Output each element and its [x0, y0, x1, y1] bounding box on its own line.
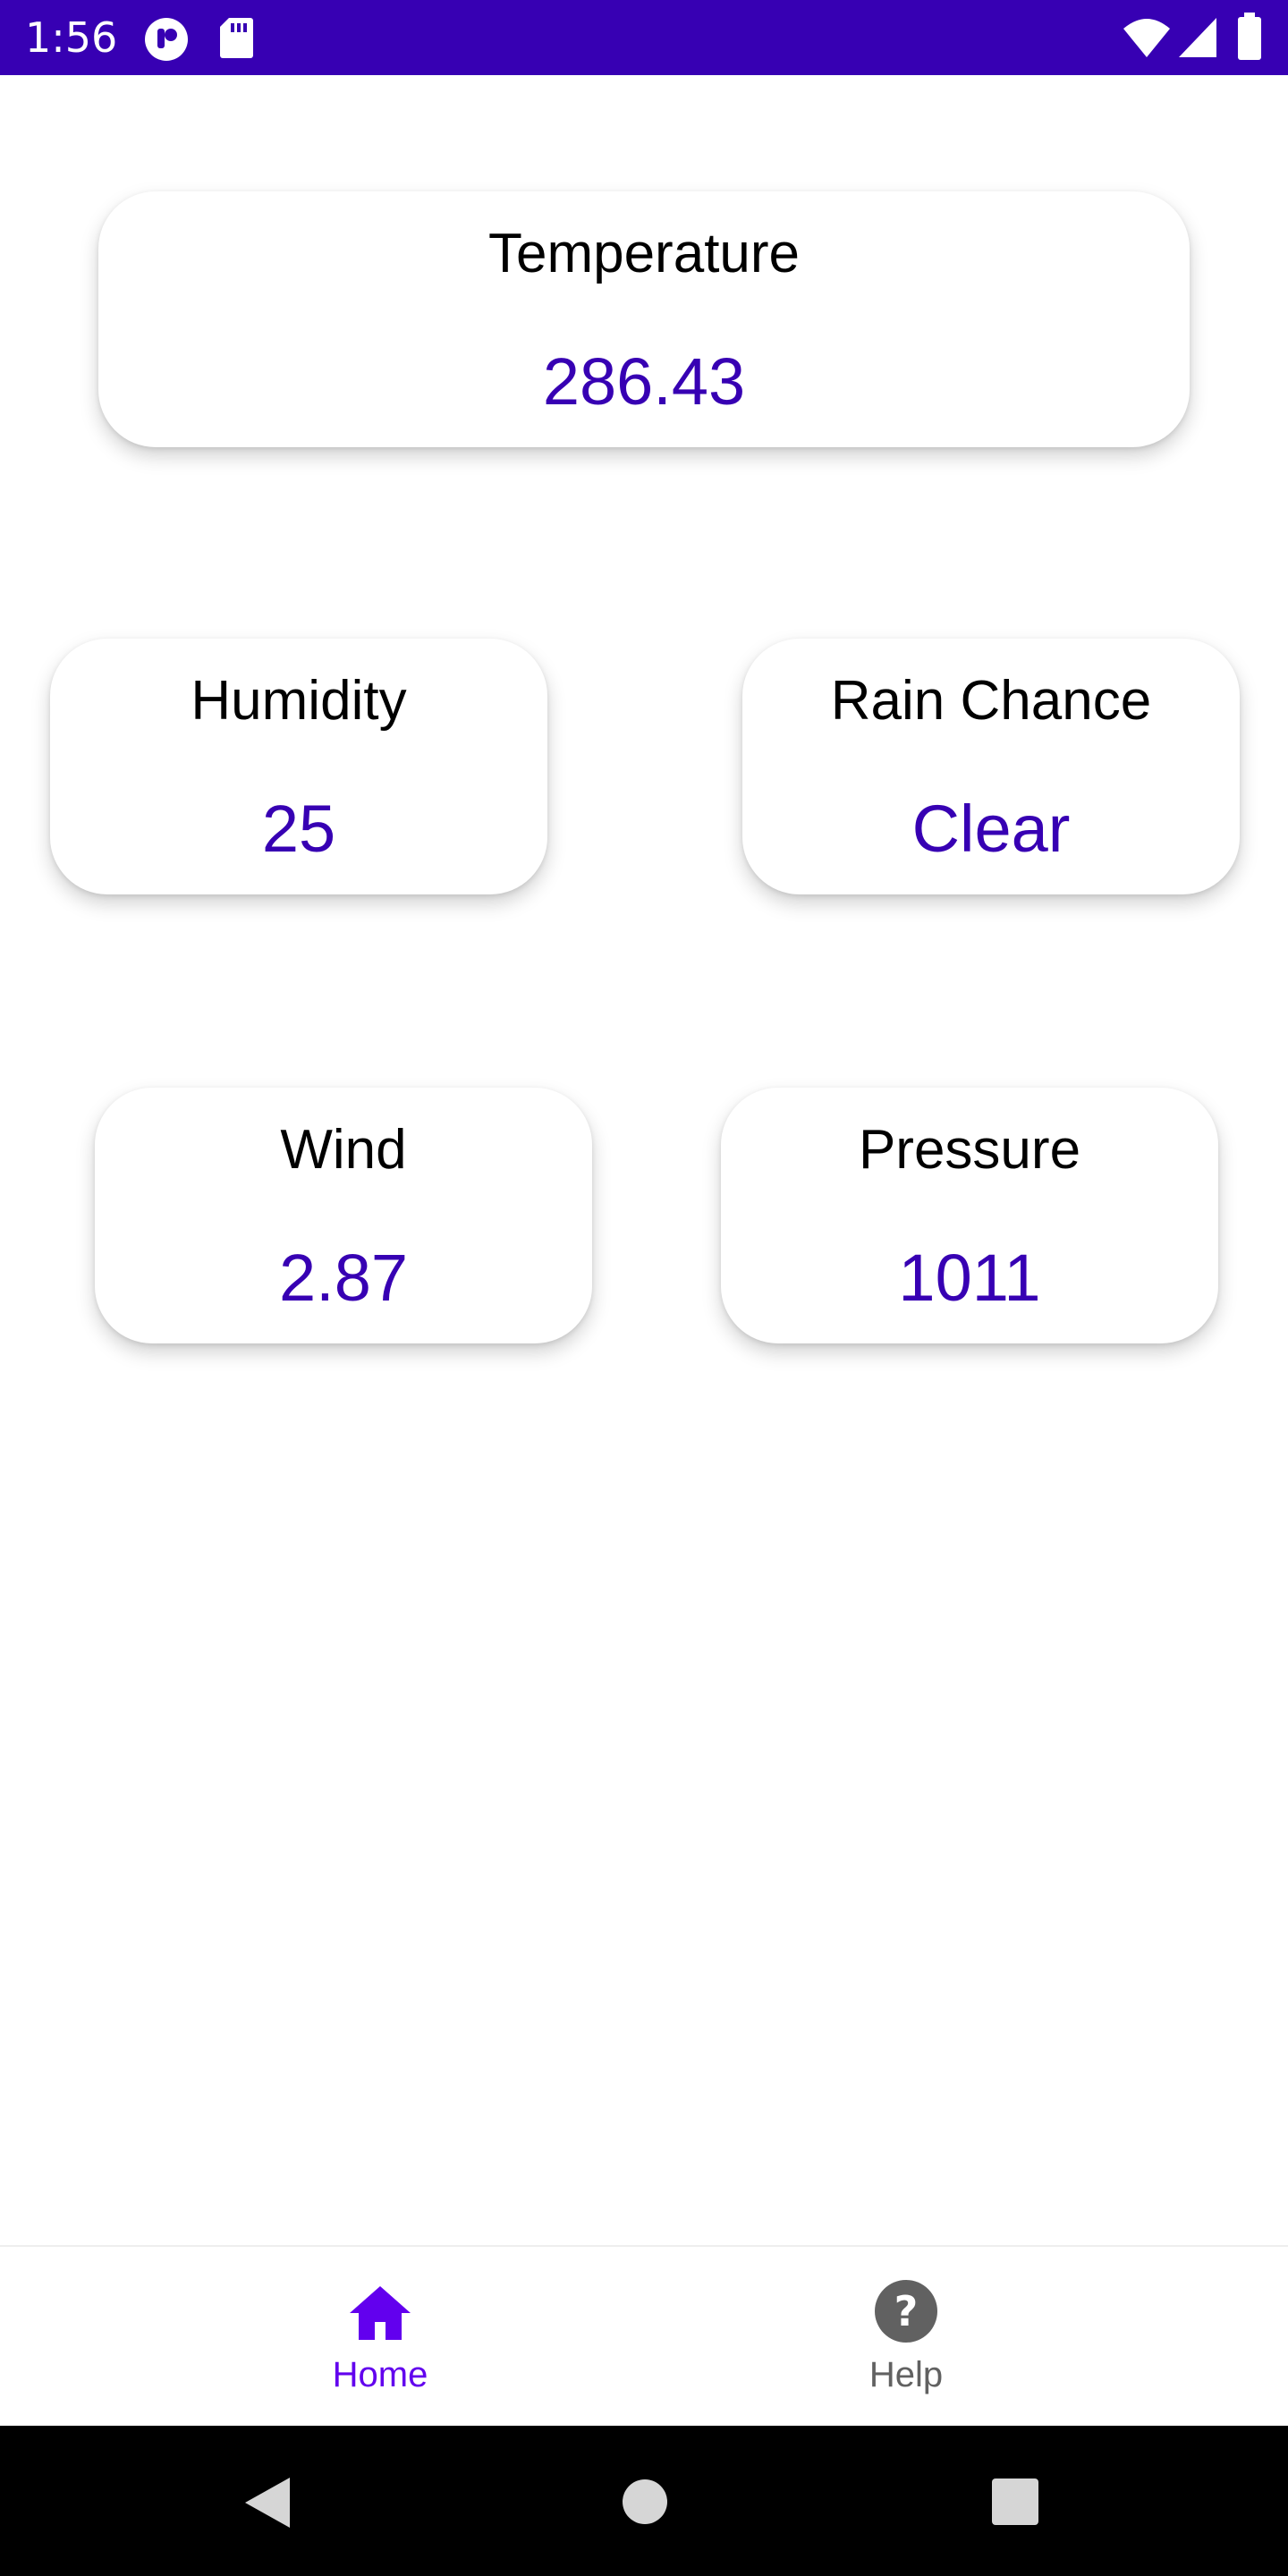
temperature-card: Temperature 286.43 [98, 191, 1190, 447]
bottom-navigation: Home ? Help [0, 2245, 1288, 2428]
system-navigation-bar [0, 2426, 1288, 2576]
rain-chance-label: Rain Chance [830, 670, 1152, 732]
pressure-label: Pressure [858, 1119, 1081, 1181]
rain-chance-card: Rain Chance Clear [742, 639, 1240, 894]
recents-icon[interactable] [991, 2478, 1039, 2530]
battery-icon [1236, 13, 1263, 65]
sd-card-icon [218, 16, 254, 64]
back-icon[interactable] [242, 2476, 292, 2534]
svg-text:?: ? [894, 2287, 919, 2335]
help-icon: ? [874, 2279, 938, 2348]
pressure-value: 1011 [898, 1241, 1041, 1315]
nav-item-help[interactable]: ? Help [763, 2247, 1049, 2428]
temperature-label: Temperature [487, 223, 801, 284]
wind-value: 2.87 [278, 1241, 409, 1315]
nav-label-home: Home [332, 2355, 428, 2394]
rain-chance-value: Clear [911, 792, 1071, 866]
nav-label-help: Help [869, 2355, 944, 2394]
humidity-label: Humidity [191, 670, 407, 732]
wind-label: Wind [280, 1119, 407, 1181]
pressure-card: Pressure 1011 [721, 1088, 1218, 1343]
status-time: 1:56 [25, 13, 118, 62]
nav-item-home[interactable]: Home [237, 2247, 523, 2428]
humidity-card: Humidity 25 [50, 639, 547, 894]
signal-icon [1177, 16, 1218, 64]
wifi-icon [1122, 16, 1172, 64]
home-circle-icon[interactable] [621, 2478, 669, 2530]
home-icon [348, 2284, 412, 2346]
status-bar: 1:56 [0, 0, 1288, 75]
humidity-value: 25 [261, 792, 336, 866]
notification-app-icon [143, 16, 190, 67]
wind-card: Wind 2.87 [95, 1088, 592, 1343]
temperature-value: 286.43 [542, 344, 746, 419]
